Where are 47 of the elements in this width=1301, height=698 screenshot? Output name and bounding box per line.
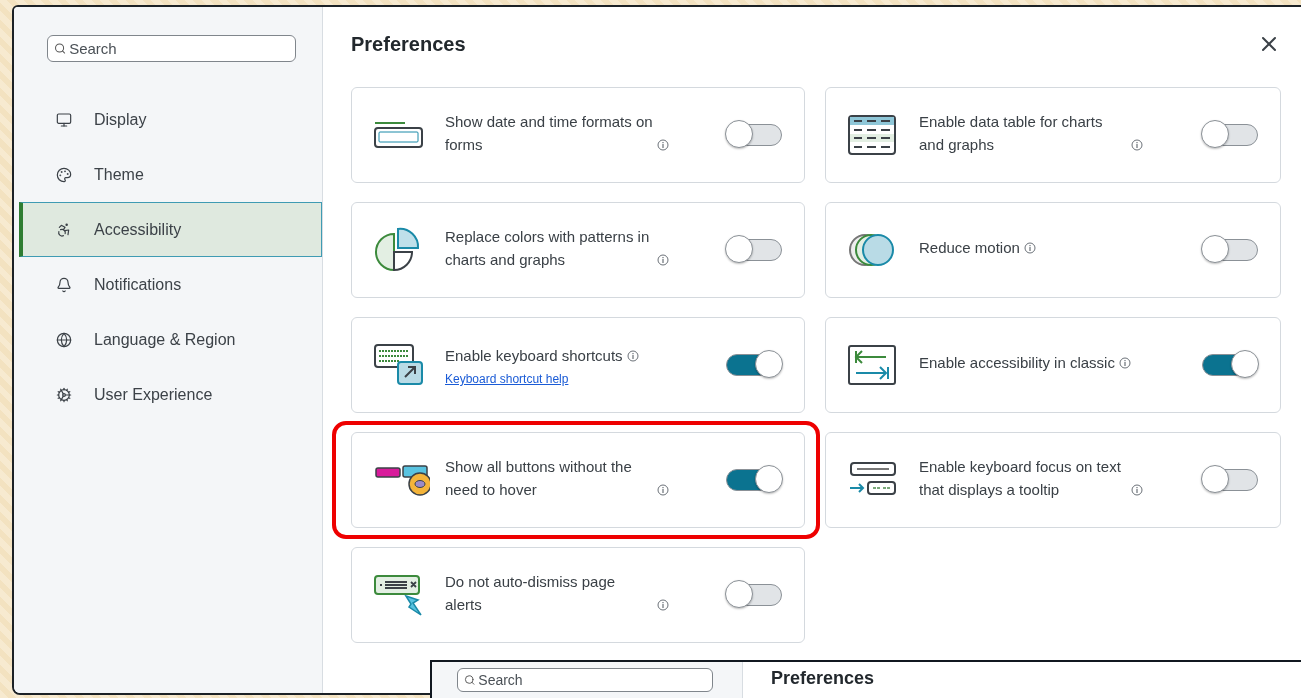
setting-label: Replace colors with patterns in charts and graphs	[445, 226, 651, 270]
buttons-icon	[374, 462, 430, 498]
setting-label: Show date and time formats on forms	[445, 111, 653, 155]
search-box[interactable]: Search	[457, 668, 713, 692]
sidebar-item[interactable]: Display	[19, 92, 322, 147]
tab-arrows-icon	[848, 345, 896, 385]
bell-icon	[56, 276, 72, 293]
pie-chart-icon	[374, 226, 422, 274]
dialog-title: Preferences	[770, 667, 875, 690]
sidebar-item[interactable]: User Experience	[19, 367, 322, 422]
date-field-icon	[374, 121, 424, 149]
info-icon[interactable]	[657, 598, 669, 611]
info-icon[interactable]	[657, 253, 669, 266]
info-icon[interactable]	[657, 483, 669, 496]
tooltip-focus-icon	[848, 462, 898, 498]
info-icon[interactable]	[1131, 138, 1143, 151]
setting-label: Enable accessibility in classic	[919, 353, 1115, 373]
search-field[interactable]: Search	[69, 40, 289, 57]
search-box[interactable]: Search	[47, 35, 296, 62]
info-icon[interactable]	[657, 138, 669, 151]
globe-icon	[56, 331, 72, 348]
help-link[interactable]: Keyboard shortcut help	[445, 372, 569, 386]
search-icon	[464, 674, 476, 686]
setting-label: Do not auto-dismiss page alerts	[445, 571, 617, 615]
palette-icon	[56, 166, 72, 183]
sidebar-item[interactable]: Accessibility	[19, 202, 322, 257]
sidebar-item[interactable]: Language & Region	[19, 312, 322, 367]
alert-icon	[374, 574, 424, 616]
setting-label: Enable keyboard shortcuts	[445, 346, 623, 366]
info-icon[interactable]	[1131, 483, 1143, 496]
setting-label: Enable keyboard focus on text that displays a tooltip	[919, 456, 1122, 500]
keyboard-icon	[374, 344, 424, 386]
sidebar-item[interactable]: Notifications	[19, 257, 322, 312]
sidebar-item[interactable]: Theme	[19, 147, 322, 202]
setting-label: Show all buttons without the need to hover	[445, 456, 633, 500]
dialog-title: Preferences	[351, 32, 466, 56]
accessibility-icon	[56, 221, 72, 238]
setting-label: Enable data table for charts and graphs	[919, 111, 1104, 155]
info-icon[interactable]	[1023, 242, 1036, 254]
monitor-icon	[56, 111, 72, 128]
gear-icon	[56, 386, 72, 403]
info-icon[interactable]	[626, 350, 639, 362]
info-icon[interactable]	[1118, 357, 1131, 369]
circles-icon	[848, 233, 896, 267]
setting-label: Reduce motion	[919, 238, 1020, 258]
search-icon	[54, 42, 67, 55]
table-icon	[848, 115, 896, 155]
